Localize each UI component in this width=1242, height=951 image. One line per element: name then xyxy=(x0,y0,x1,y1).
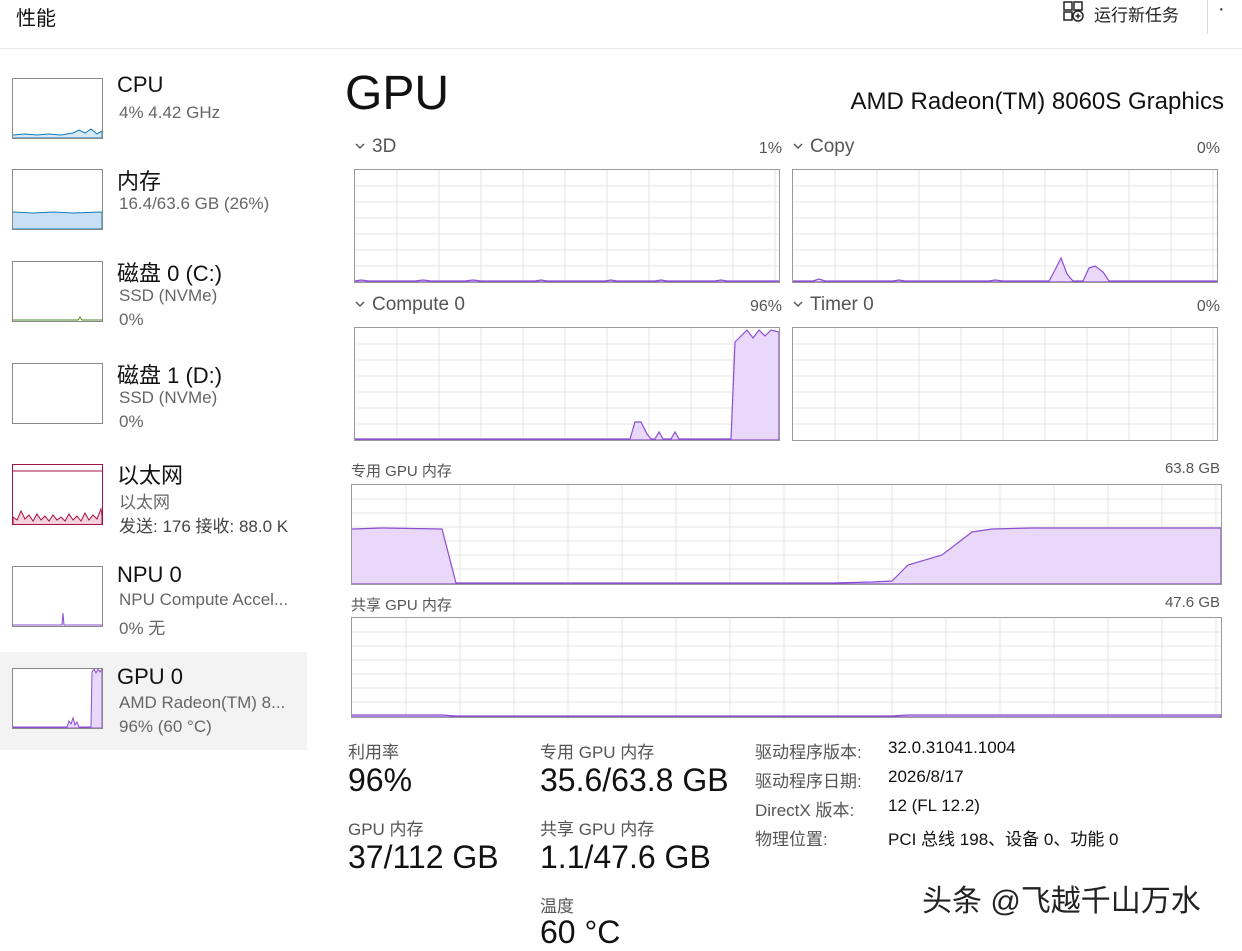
sidebar-item-detail: SSD (NVMe) xyxy=(119,388,218,407)
engine-percent: 96% xyxy=(749,298,782,315)
dedicated-memory-stat-label: 专用 GPU 内存 xyxy=(540,743,655,762)
watermark: 头条 @飞越千山万水 xyxy=(922,885,1201,918)
ethernet-thumbnail xyxy=(12,464,103,525)
gpu-memory-label: GPU 内存 xyxy=(348,820,424,839)
chevron-down-icon xyxy=(792,136,804,158)
engine-label: Copy xyxy=(810,136,855,157)
chevron-down-icon xyxy=(792,294,804,316)
engine-label: Timer 0 xyxy=(810,294,874,315)
shared-memory-stat-label: 共享 GPU 内存 xyxy=(540,820,655,839)
disk-0-thumbnail xyxy=(12,261,103,322)
memory-thumbnail xyxy=(12,169,103,230)
utilization-value: 96% xyxy=(348,762,413,798)
graph-timer-0 xyxy=(792,327,1218,441)
sidebar-item-detail: AMD Radeon(TM) 8... xyxy=(119,693,286,712)
graph-shared-memory xyxy=(351,617,1222,718)
sidebar-item-ethernet[interactable]: 以太网 以太网 发送: 176 接收: 88.0 K xyxy=(0,450,307,548)
graph-dedicated-plot xyxy=(352,485,1221,584)
graph-copy xyxy=(792,169,1218,283)
utilization-label: 利用率 xyxy=(348,743,399,762)
engine-label: Compute 0 xyxy=(372,294,465,315)
sidebar-item-name: GPU 0 xyxy=(117,664,184,689)
driver-date-key: 驱动程序日期: xyxy=(755,772,862,791)
cpu-thumbnail xyxy=(12,78,103,139)
sidebar-item-name: NPU 0 xyxy=(117,562,182,587)
sidebar-item-memory[interactable]: 内存 16.4/63.6 GB (26%) xyxy=(0,154,307,252)
driver-version-value: 32.0.31041.1004 xyxy=(888,738,1016,757)
new-task-icon xyxy=(1062,0,1084,27)
sidebar-item-usage: 0% 无 xyxy=(119,619,166,638)
sidebar-item-detail: NPU Compute Accel... xyxy=(119,590,289,609)
new-task-label: 运行新任务 xyxy=(1094,5,1179,25)
sidebar-item-detail: 4% 4.42 GHz xyxy=(119,103,221,122)
shared-memory-stat-value: 1.1/47.6 GB xyxy=(540,839,711,875)
physical-location-key: 物理位置: xyxy=(755,830,828,849)
sidebar-item-usage: 96% (60 °C) xyxy=(119,717,212,736)
engine-percent: 1% xyxy=(758,140,782,157)
graph-3d xyxy=(354,169,780,283)
sidebar-item-detail: 以太网 xyxy=(119,493,170,512)
graph-dedicated-memory xyxy=(351,484,1222,585)
engine-selector-3d[interactable]: 3D xyxy=(354,136,396,158)
chevron-down-icon xyxy=(354,136,366,158)
disk-1-thumbnail xyxy=(12,363,103,424)
sidebar-item-name: 磁盘 1 (D:) xyxy=(117,363,223,388)
new-task-button[interactable]: 运行新任务 xyxy=(1062,0,1179,26)
section-title: GPU xyxy=(345,67,450,120)
dedicated-memory-max: 63.8 GB xyxy=(1164,460,1220,477)
sidebar-item-disk-0[interactable]: 磁盘 0 (C:) SSD (NVMe) 0% xyxy=(0,246,307,344)
sidebar-item-disk-1[interactable]: 磁盘 1 (D:) SSD (NVMe) 0% xyxy=(0,348,307,446)
physical-location-value: PCI 总线 198、设备 0、功能 0 xyxy=(888,830,1119,849)
graph-compute-0 xyxy=(354,327,780,441)
sidebar-item-name: 以太网 xyxy=(117,463,184,488)
page-title: 性能 xyxy=(16,8,56,30)
sidebar-item-name: CPU xyxy=(117,72,164,97)
shared-memory-max: 47.6 GB xyxy=(1164,594,1220,611)
engine-selector-copy[interactable]: Copy xyxy=(792,136,854,158)
sidebar-item-usage: 发送: 176 接收: 88.0 K xyxy=(119,517,289,536)
sidebar-item-gpu-0[interactable]: GPU 0 AMD Radeon(TM) 8... 96% (60 °C) xyxy=(0,652,307,750)
graph-shared-plot xyxy=(352,618,1221,717)
header-divider xyxy=(1207,0,1208,34)
driver-date-value: 2026/8/17 xyxy=(888,767,964,786)
directx-version-key: DirectX 版本: xyxy=(755,801,855,820)
header: 性能 运行新任务 · xyxy=(0,0,1242,49)
engine-selector-compute-0[interactable]: Compute 0 xyxy=(354,294,465,316)
engine-label: 3D xyxy=(372,136,397,157)
sidebar-item-name: 内存 xyxy=(117,169,162,194)
sidebar-item-cpu[interactable]: CPU 4% 4.42 GHz xyxy=(0,62,307,160)
graph-3d-plot xyxy=(355,170,779,282)
gpu-thumbnail xyxy=(12,668,103,729)
graph-copy-plot xyxy=(793,170,1217,282)
dedicated-memory-stat-value: 35.6/63.8 GB xyxy=(540,762,729,798)
engine-percent: 0% xyxy=(1196,298,1220,315)
sidebar-item-name: 磁盘 0 (C:) xyxy=(117,261,223,286)
sidebar-item-detail: SSD (NVMe) xyxy=(119,286,218,305)
engine-percent: 0% xyxy=(1196,140,1220,157)
engine-selector-timer-0[interactable]: Timer 0 xyxy=(792,294,874,316)
gpu-memory-value: 37/112 GB xyxy=(348,839,499,875)
gpu-adapter-name: AMD Radeon(TM) 8060S Graphics xyxy=(850,88,1224,115)
shared-memory-label: 共享 GPU 内存 xyxy=(351,597,452,614)
npu-thumbnail xyxy=(12,566,103,627)
sidebar-item-usage: 0% xyxy=(119,310,144,329)
graph-compute-plot xyxy=(355,328,779,440)
graph-timer-plot xyxy=(793,328,1217,440)
temperature-value: 60 °C xyxy=(540,914,621,950)
sidebar-item-usage: 0% xyxy=(119,412,144,431)
sidebar-item-npu-0[interactable]: NPU 0 NPU Compute Accel... 0% 无 xyxy=(0,552,307,650)
sidebar-item-detail: 16.4/63.6 GB (26%) xyxy=(119,194,270,213)
more-options-button[interactable]: · xyxy=(1218,0,1227,21)
directx-version-value: 12 (FL 12.2) xyxy=(888,796,980,815)
dedicated-memory-label: 专用 GPU 内存 xyxy=(351,463,452,480)
chevron-down-icon xyxy=(354,294,366,316)
driver-version-key: 驱动程序版本: xyxy=(755,743,862,762)
